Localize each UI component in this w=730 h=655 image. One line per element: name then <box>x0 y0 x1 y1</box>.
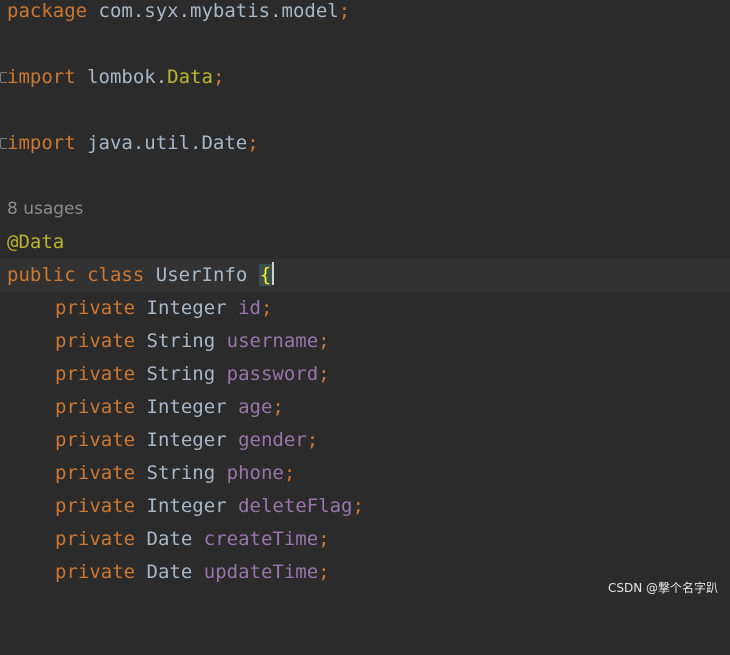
public-keyword: public <box>7 264 76 286</box>
field-type: String <box>146 462 216 484</box>
private-keyword: private <box>55 363 136 385</box>
package-keyword: package <box>7 0 88 22</box>
private-keyword: private <box>55 495 136 517</box>
private-keyword: private <box>55 297 136 319</box>
field-line[interactable]: private String phone; <box>0 457 730 490</box>
import-path: java.util. <box>87 132 202 154</box>
field-name: id <box>238 297 261 319</box>
field-line[interactable]: private Integer gender; <box>0 424 730 457</box>
class-name: UserInfo <box>155 264 248 286</box>
import-line-lombok[interactable]: import lombok.Data; <box>0 61 730 94</box>
semicolon: ; <box>283 462 296 484</box>
field-line[interactable]: private String username; <box>0 325 730 358</box>
semicolon: ; <box>318 528 330 550</box>
annotation-line[interactable]: @Data <box>0 226 730 259</box>
private-keyword: private <box>55 429 136 451</box>
class-declaration-line[interactable]: public class UserInfo { <box>0 259 730 292</box>
field-type: Integer <box>146 396 227 418</box>
field-type: String <box>146 330 216 352</box>
field-type: String <box>146 363 216 385</box>
fold-marker-icon[interactable] <box>0 72 7 83</box>
package-line[interactable]: package com.syx.mybatis.model; <box>0 0 730 28</box>
field-line[interactable]: private Integer age; <box>0 391 730 424</box>
import-keyword: import <box>7 66 76 88</box>
field-line[interactable]: private Date createTime; <box>0 523 730 556</box>
field-name: gender <box>238 429 307 451</box>
usages-hint-line[interactable]: 8 usages <box>0 193 730 226</box>
import-class: Date <box>201 132 248 154</box>
field-name: phone <box>226 462 284 484</box>
import-class: Data <box>167 66 213 88</box>
field-type: Date <box>146 528 193 550</box>
semicolon: ; <box>306 429 319 451</box>
data-annotation: @Data <box>7 231 65 253</box>
private-keyword: private <box>55 561 136 583</box>
field-name: password <box>226 363 319 385</box>
fold-marker-icon[interactable] <box>0 138 7 149</box>
usages-hint[interactable]: 8 usages <box>7 193 83 226</box>
import-line-date[interactable]: import java.util.Date; <box>0 127 730 160</box>
field-name: age <box>238 396 273 418</box>
field-line[interactable]: private Integer id; <box>0 292 730 325</box>
private-keyword: private <box>55 528 136 550</box>
field-name: deleteFlag <box>238 495 353 517</box>
watermark: CSDN @撃个名字趴 <box>607 581 718 595</box>
field-type: Integer <box>146 495 227 517</box>
field-name: updateTime <box>203 561 319 583</box>
open-brace: { <box>258 264 273 286</box>
semicolon: ; <box>247 132 259 154</box>
field-name: username <box>226 330 319 352</box>
package-name: com.syx.mybatis.model <box>98 0 339 22</box>
private-keyword: private <box>55 396 136 418</box>
semicolon: ; <box>318 330 330 352</box>
semicolon: ; <box>272 396 284 418</box>
semicolon: ; <box>352 495 364 517</box>
field-line[interactable]: private String password; <box>0 358 730 391</box>
semicolon: ; <box>260 297 273 319</box>
class-keyword: class <box>87 264 145 286</box>
field-type: Integer <box>146 297 227 319</box>
semicolon: ; <box>318 561 330 583</box>
text-caret <box>272 262 275 285</box>
semicolon: ; <box>338 0 351 22</box>
semicolon: ; <box>318 363 330 385</box>
import-path: lombok. <box>87 66 168 88</box>
field-type: Integer <box>146 429 227 451</box>
field-name: createTime <box>203 528 319 550</box>
field-line[interactable]: private Integer deleteFlag; <box>0 490 730 523</box>
import-keyword: import <box>7 132 76 154</box>
code-editor[interactable]: package com.syx.mybatis.model; import lo… <box>0 0 730 602</box>
field-type: Date <box>146 561 193 583</box>
private-keyword: private <box>55 330 136 352</box>
semicolon: ; <box>212 66 225 88</box>
private-keyword: private <box>55 462 136 484</box>
